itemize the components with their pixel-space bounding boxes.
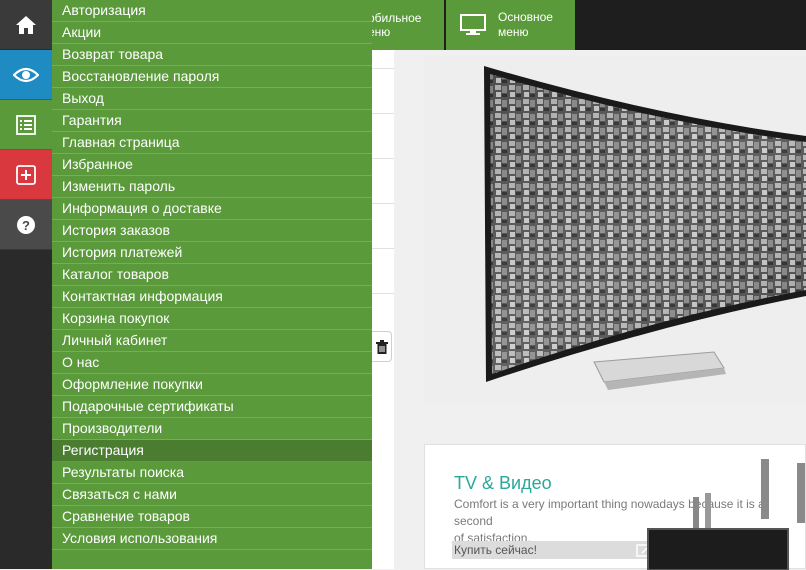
- plus-square-icon: [16, 164, 36, 185]
- help-button[interactable]: ?: [0, 200, 52, 250]
- speakers-tv-image: [647, 459, 805, 570]
- menu-item[interactable]: Оформление покупки: [52, 374, 372, 396]
- product-card: TV & Видео Comfort is a very important t…: [424, 444, 806, 570]
- menu-item[interactable]: История платежей: [52, 242, 372, 264]
- hero-banner[interactable]: [424, 56, 806, 404]
- eye-icon: [13, 67, 39, 82]
- menu-item[interactable]: Контактная информация: [52, 286, 372, 308]
- menu-item[interactable]: Избранное: [52, 154, 372, 176]
- icon-rail: ?: [0, 0, 52, 569]
- menu-item[interactable]: Изменить пароль: [52, 176, 372, 198]
- add-button[interactable]: [0, 150, 52, 200]
- list-button[interactable]: [0, 100, 52, 150]
- menu-item[interactable]: Производители: [52, 418, 372, 440]
- menu-item[interactable]: Результаты поиска: [52, 462, 372, 484]
- menu-item[interactable]: Возврат товара: [52, 44, 372, 66]
- menu-item[interactable]: Выход: [52, 88, 372, 110]
- main-menu-tab[interactable]: Основное меню: [446, 0, 575, 50]
- menu-item[interactable]: Восстановление пароля: [52, 66, 372, 88]
- main-menu-label-1: Основное: [498, 10, 553, 24]
- monitor-icon: [460, 14, 486, 35]
- menu-item[interactable]: Главная страница: [52, 132, 372, 154]
- mobile-menu-label-1: обильное: [372, 11, 422, 25]
- menu-item[interactable]: Акции: [52, 22, 372, 44]
- home-button[interactable]: [0, 0, 52, 50]
- menu-item[interactable]: Условия использования: [52, 528, 372, 550]
- menu-item[interactable]: Личный кабинет: [52, 330, 372, 352]
- category-side-panel: [372, 50, 394, 569]
- menu-item[interactable]: Информация о доставке: [52, 198, 372, 220]
- top-nav-bar: обильное еню Основное меню: [372, 0, 806, 50]
- menu-item[interactable]: О нас: [52, 352, 372, 374]
- dropdown-menu: Авторизация Акции Возврат товара Восстановл…: [52, 0, 372, 569]
- question-circle-icon: ?: [17, 215, 35, 234]
- svg-text:?: ?: [22, 218, 30, 233]
- menu-item[interactable]: Подарочные сертификаты: [52, 396, 372, 418]
- curved-tv-image: [484, 66, 806, 390]
- mobile-menu-label-2: еню: [372, 25, 391, 39]
- menu-item[interactable]: Сравнение товаров: [52, 506, 372, 528]
- mobile-menu-tab[interactable]: обильное еню: [372, 0, 444, 50]
- menu-item[interactable]: Гарантия: [52, 110, 372, 132]
- view-button[interactable]: [0, 50, 52, 100]
- menu-item[interactable]: Авторизация: [52, 0, 372, 22]
- main-menu-label-2: меню: [498, 25, 529, 39]
- home-icon: [16, 15, 36, 34]
- menu-item[interactable]: История заказов: [52, 220, 372, 242]
- menu-item[interactable]: Корзина покупок: [52, 308, 372, 330]
- menu-item[interactable]: Каталог товаров: [52, 264, 372, 286]
- menu-item[interactable]: Регистрация: [52, 440, 372, 462]
- trash-icon: [375, 339, 388, 354]
- delete-button[interactable]: [372, 331, 392, 362]
- menu-item[interactable]: Связаться с нами: [52, 484, 372, 506]
- list-icon: [16, 114, 36, 135]
- card-title[interactable]: TV & Видео: [454, 473, 552, 494]
